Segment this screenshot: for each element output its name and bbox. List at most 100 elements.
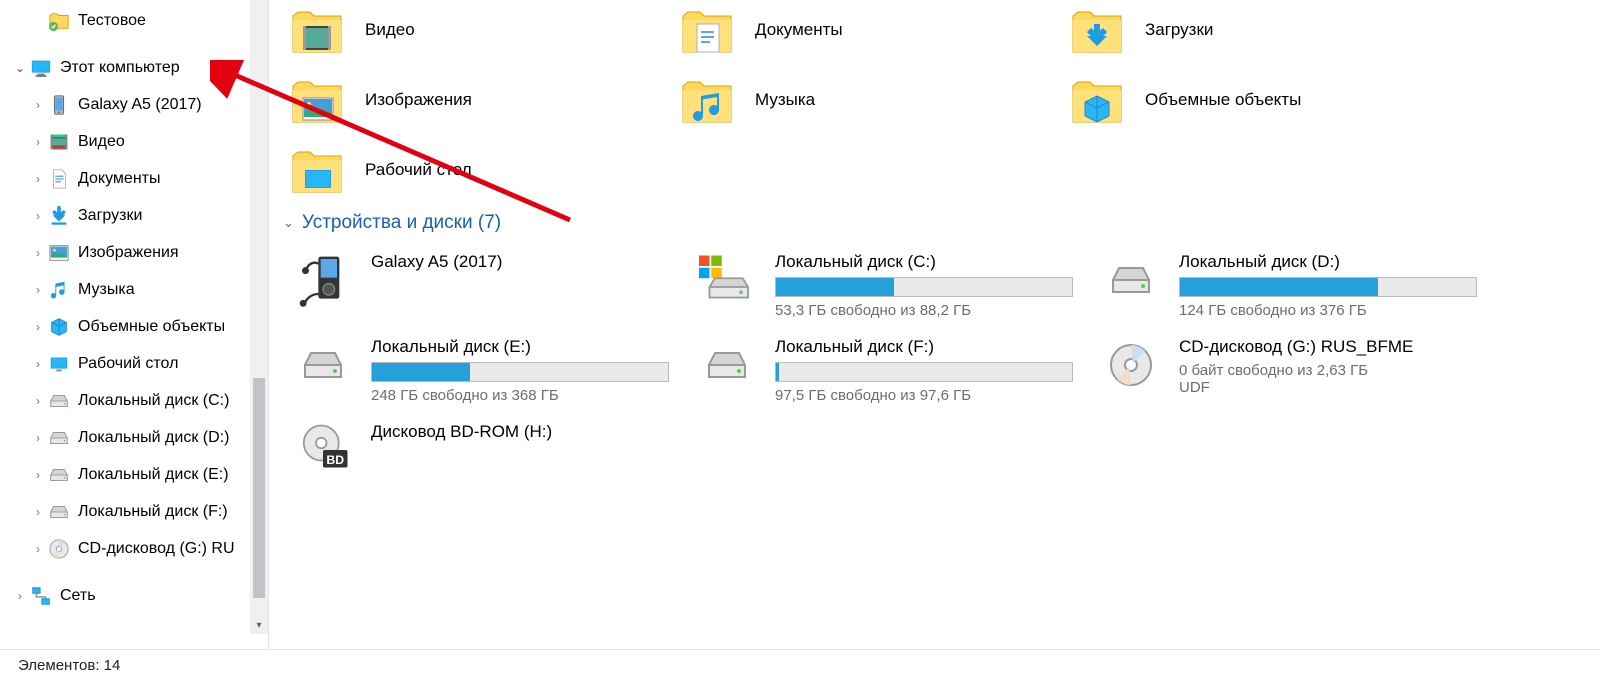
folder-label: Загрузки — [1145, 20, 1213, 40]
drive-item[interactable]: Galaxy A5 (2017) — [289, 252, 689, 319]
folder-label: Документы — [755, 20, 843, 40]
tree-item[interactable]: ›Galaxy A5 (2017) — [0, 86, 268, 123]
drive-icon — [48, 501, 70, 523]
drive-icon — [48, 427, 70, 449]
tree-item-label: Сеть — [60, 587, 96, 605]
tree-chevron-icon[interactable]: › — [28, 320, 48, 334]
tree-item-label: Музыка — [78, 281, 135, 299]
section-header-devices[interactable]: ⌄ Устройства и диски (7) — [283, 212, 1590, 234]
tree-chevron-icon[interactable]: › — [28, 431, 48, 445]
tree-item[interactable]: ›Локальный диск (D:) — [0, 419, 268, 456]
folder-item[interactable]: Загрузки — [1069, 0, 1429, 60]
cube-icon — [48, 316, 70, 338]
drive-item[interactable]: CD-дисковод (G:) RUS_BFME0 байт свободно… — [1097, 337, 1497, 404]
drive-subtext: 53,3 ГБ свободно из 88,2 ГБ — [775, 302, 1073, 319]
tree-chevron-icon[interactable]: › — [28, 394, 48, 408]
drive-icon — [48, 390, 70, 412]
drive-subtext: 97,5 ГБ свободно из 97,6 ГБ — [775, 387, 1073, 404]
document-folder-icon — [679, 2, 735, 58]
tree-item-label: Локальный диск (E:) — [78, 466, 229, 484]
video-icon — [48, 131, 70, 153]
network-icon — [30, 585, 52, 607]
computer-icon — [30, 57, 52, 79]
tree-item[interactable]: › Изображения — [0, 234, 268, 271]
drive-icon — [48, 464, 70, 486]
phone-icon — [48, 94, 70, 116]
tree-item[interactable]: › Музыка — [0, 271, 268, 308]
cd-icon — [1097, 337, 1165, 393]
scrollbar-thumb[interactable] — [253, 378, 265, 598]
drive-capacity-bar — [1179, 277, 1477, 297]
drive-icon — [693, 337, 761, 393]
drive-item[interactable]: BDДисковод BD-ROM (H:) — [289, 422, 689, 478]
drive-subtext: 124 ГБ свободно из 376 ГБ — [1179, 302, 1477, 319]
tree-item[interactable]: › Сеть — [0, 577, 268, 614]
folder-item[interactable]: Видео — [289, 0, 649, 60]
cd-icon — [48, 538, 70, 560]
download-folder-icon — [1069, 2, 1125, 58]
drive-name: Локальный диск (E:) — [371, 337, 669, 357]
tree-chevron-icon[interactable]: › — [28, 98, 48, 112]
tree-chevron-icon[interactable]: › — [28, 357, 48, 371]
tree-item-label: Рабочий стол — [78, 355, 178, 373]
tree-item-label: Изображения — [78, 244, 179, 262]
desktop-icon — [48, 353, 70, 375]
tree-chevron-icon[interactable]: ⌄ — [10, 61, 30, 75]
tree-chevron-icon[interactable]: › — [28, 505, 48, 519]
tree-chevron-icon[interactable]: › — [28, 172, 48, 186]
tree-item[interactable]: ›Документы — [0, 160, 268, 197]
drives-grid: Galaxy A5 (2017)Локальный диск (C:)53,3 … — [289, 252, 1590, 478]
tree-chevron-icon[interactable]: › — [10, 589, 30, 603]
drive-name: Локальный диск (F:) — [775, 337, 1073, 357]
music-icon — [48, 279, 70, 301]
drive-item[interactable]: Локальный диск (F:) 97,5 ГБ свободно из 9… — [693, 337, 1093, 404]
tree-item[interactable]: › Рабочий стол — [0, 345, 268, 382]
tree-chevron-icon[interactable]: › — [28, 209, 48, 223]
folder-label: Музыка — [755, 90, 815, 110]
tree-item[interactable]: ⌄Этот компьютер — [0, 49, 268, 86]
folder-item[interactable]: Объемные объекты — [1069, 70, 1429, 130]
folder-check-icon — [48, 10, 70, 32]
desktop-folder-icon — [289, 142, 345, 198]
drive-item[interactable]: Локальный диск (E:) 248 ГБ свободно из 36… — [289, 337, 689, 404]
tree-item-label: Видео — [78, 133, 125, 151]
tree-item[interactable]: › Объемные объекты — [0, 308, 268, 345]
scrollbar-down-button[interactable]: ▾ — [250, 616, 268, 634]
drive-item[interactable]: Локальный диск (C:)53,3 ГБ свободно из 8… — [693, 252, 1093, 319]
tree-item-label: CD-дисковод (G:) RU — [78, 540, 235, 558]
folder-item[interactable]: Изображения — [289, 70, 649, 130]
drive-name: Локальный диск (D:) — [1179, 252, 1477, 272]
tree-chevron-icon[interactable]: › — [28, 542, 48, 556]
folder-label: Изображения — [365, 90, 472, 110]
tree-chevron-icon[interactable]: › — [28, 283, 48, 297]
drive-icon — [1097, 252, 1165, 308]
drive-icon — [289, 337, 357, 393]
tree-item[interactable]: ›Загрузки — [0, 197, 268, 234]
drive-subtext: 248 ГБ свободно из 368 ГБ — [371, 387, 669, 404]
tree-item-label: Локальный диск (C:) — [78, 392, 229, 410]
folder-item[interactable]: Документы — [679, 0, 1039, 60]
folder-label: Объемные объекты — [1145, 90, 1301, 110]
tree-item[interactable]: › Локальный диск (E:) — [0, 456, 268, 493]
drive-capacity-bar — [775, 362, 1073, 382]
status-item-count: Элементов: 14 — [18, 657, 120, 674]
tree-item-label: Тестовое — [78, 12, 146, 30]
sidebar-scrollbar[interactable]: ▾ — [250, 0, 268, 634]
tree-item[interactable]: ›Локальный диск (F:) — [0, 493, 268, 530]
folder-item[interactable]: Рабочий стол — [289, 140, 649, 200]
cube-folder-icon — [1069, 72, 1125, 128]
drive-subtext2: UDF — [1179, 379, 1477, 396]
tree-chevron-icon[interactable]: › — [28, 135, 48, 149]
tree-chevron-icon[interactable]: › — [28, 468, 48, 482]
section-chevron-icon: ⌄ — [283, 215, 294, 231]
picture-folder-icon — [289, 72, 345, 128]
tree-item[interactable]: › Локальный диск (C:) — [0, 382, 268, 419]
drive-item[interactable]: Локальный диск (D:) 124 ГБ свободно из 37… — [1097, 252, 1497, 319]
tree-item-label: Объемные объекты — [78, 318, 225, 336]
tree-item[interactable]: Тестовое — [0, 2, 268, 39]
folder-item[interactable]: Музыка — [679, 70, 1039, 130]
tree-item[interactable]: › Видео — [0, 123, 268, 160]
sidebar: Тестовое ⌄Этот компьютер›Galaxy A5 (2017)… — [0, 0, 269, 649]
tree-item[interactable]: › CD-дисковод (G:) RU — [0, 530, 268, 567]
tree-chevron-icon[interactable]: › — [28, 246, 48, 260]
